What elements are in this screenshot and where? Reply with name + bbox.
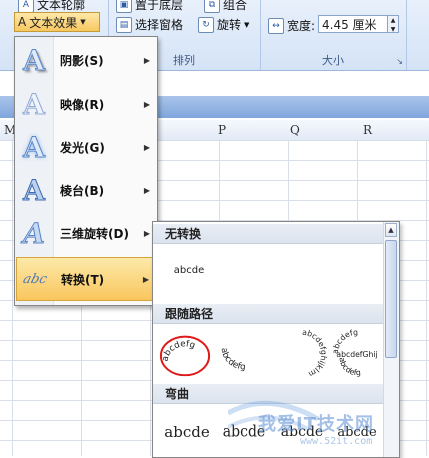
section-warp: 弯曲: [153, 384, 383, 404]
column-header-p[interactable]: P: [218, 123, 226, 137]
svg-text:abcdefg: abcdefg: [338, 357, 362, 377]
menu-item-transform[interactable]: abc 转换(T) ▶: [16, 257, 156, 301]
circle-text: abcdefghijklm: [302, 328, 328, 379]
arch-down-text: abcdefg: [219, 347, 246, 372]
gallery-item-no-transform[interactable]: abcde: [163, 248, 215, 292]
rotate-button[interactable]: ↻ 旋转 ▼: [198, 16, 249, 33]
section-no-transform: 无转换: [153, 224, 383, 244]
size-group-label: 大小: [322, 54, 344, 67]
text-effects-icon: A: [18, 15, 27, 29]
gallery-item-warp-plain[interactable]: abcde: [159, 412, 215, 452]
column-header-r[interactable]: R: [363, 123, 372, 137]
button-bottom-text: abcdefg: [338, 357, 362, 377]
width-label: ↔ 宽度:: [268, 17, 315, 34]
button-preview: abcdefg abcdefGhij abcdefg: [332, 328, 378, 377]
svg-text:abcdefg: abcdefg: [161, 339, 197, 362]
bevel-a-icon: A: [23, 173, 46, 207]
watermark-url: www.52it.com: [300, 436, 373, 447]
gallery-item-arch-up[interactable]: abcdefg: [157, 328, 213, 380]
menu-item-3d-rotation[interactable]: A 三维旋转(D) ▶: [16, 212, 156, 254]
rotate-icon: ↻: [198, 16, 214, 33]
reflection-a-icon: A: [23, 87, 46, 121]
shadow-a-icon: A: [23, 43, 46, 77]
gallery-scrollbar[interactable]: ▲: [383, 222, 399, 457]
arrow-right-icon: ▶: [143, 185, 150, 195]
dialog-launcher-icon[interactable]: ↘: [396, 57, 403, 66]
svg-text:abcdefg: abcdefg: [219, 347, 246, 372]
arrow-right-icon: ▶: [143, 228, 150, 238]
size-group: ↔ 宽度: 大小 ↘: [260, 0, 407, 70]
width-icon: ↔: [268, 17, 284, 34]
transform-abc-icon: abc: [21, 271, 49, 287]
width-spinner[interactable]: ▲ ▼: [388, 15, 399, 33]
arch-down-preview: abcdefg: [219, 347, 246, 372]
watermark-text: 我爱IT技术网: [258, 414, 374, 435]
menu-item-bevel[interactable]: A 棱台(B) ▶: [16, 169, 156, 211]
menu-item-glow[interactable]: A 发光(G) ▶: [16, 126, 156, 168]
column-header-q[interactable]: Q: [290, 123, 300, 137]
circle-preview: abcdefghijklm: [302, 328, 328, 379]
3d-rotation-a-icon: A: [19, 216, 49, 250]
scroll-thumb[interactable]: [385, 240, 397, 358]
arrow-right-icon: ▶: [143, 99, 150, 109]
scroll-up-icon[interactable]: ▲: [385, 223, 397, 237]
gallery-item-arch-down[interactable]: abcdefg: [215, 328, 273, 380]
arrow-right-icon: ▶: [143, 142, 150, 152]
arch-up-text: abcdefg: [161, 339, 197, 362]
menu-item-reflection[interactable]: A 映像(R) ▶: [16, 83, 156, 125]
gallery-item-button[interactable]: abcdefg abcdefGhij abcdefg: [331, 328, 383, 380]
gallery-item-circle[interactable]: abcdefghijklm: [275, 328, 329, 380]
send-to-back-icon: ▣: [116, 0, 132, 13]
send-to-back-button[interactable]: ▣ 置于底层: [116, 0, 183, 13]
arrow-right-icon: ▶: [142, 274, 149, 284]
chevron-down-icon: ▼: [80, 18, 86, 26]
svg-text:abcdefghijklm: abcdefghijklm: [302, 328, 328, 379]
text-effects-button[interactable]: A 文本效果 ▼: [14, 12, 100, 32]
selection-pane-icon: ▤: [116, 16, 132, 33]
menu-item-shadow[interactable]: A 阴影(S) ▶: [16, 39, 156, 81]
text-outline-icon: A: [18, 0, 34, 13]
arrow-right-icon: ▶: [143, 55, 150, 65]
group-icon: ⧉: [204, 0, 220, 13]
selection-pane-button[interactable]: ▤ 选择窗格: [116, 16, 183, 33]
text-effects-menu: A 阴影(S) ▶ A 映像(R) ▶ A 发光(G) ▶ A 棱台(B) ▶ …: [14, 36, 158, 306]
chevron-down-icon: ▼: [244, 20, 250, 29]
group-button[interactable]: ⧉ 组合: [204, 0, 247, 13]
width-input[interactable]: 4.45 厘米: [318, 15, 388, 33]
glow-a-icon: A: [23, 130, 46, 164]
section-follow-path: 跟随路径: [153, 304, 383, 324]
arch-up-preview: abcdefg: [159, 335, 211, 377]
